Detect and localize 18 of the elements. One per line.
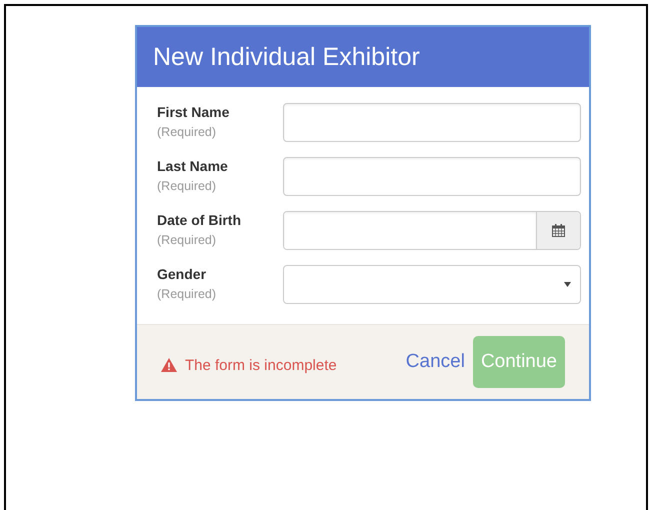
date-field[interactable] <box>283 211 581 250</box>
required-hint: (Required) <box>157 178 216 194</box>
dropdown[interactable] <box>283 265 581 304</box>
field-label: First Name <box>157 103 230 121</box>
required-hint: (Required) <box>157 124 216 140</box>
calendar-icon <box>552 224 565 237</box>
required-hint: (Required) <box>157 286 216 302</box>
warning-icon <box>161 358 177 372</box>
field-label: Gender <box>157 265 206 283</box>
error-message: The form is incomplete <box>185 356 337 374</box>
field-label: Date of Birth <box>157 211 241 229</box>
text-field[interactable] <box>283 157 581 196</box>
text-field[interactable] <box>283 103 581 142</box>
caret-icon <box>564 282 571 287</box>
required-hint: (Required) <box>157 232 216 248</box>
cancel-link[interactable]: Cancel <box>406 351 465 373</box>
field-label: Last Name <box>157 157 228 175</box>
dialog-title: New Individual Exhibitor <box>137 27 589 87</box>
